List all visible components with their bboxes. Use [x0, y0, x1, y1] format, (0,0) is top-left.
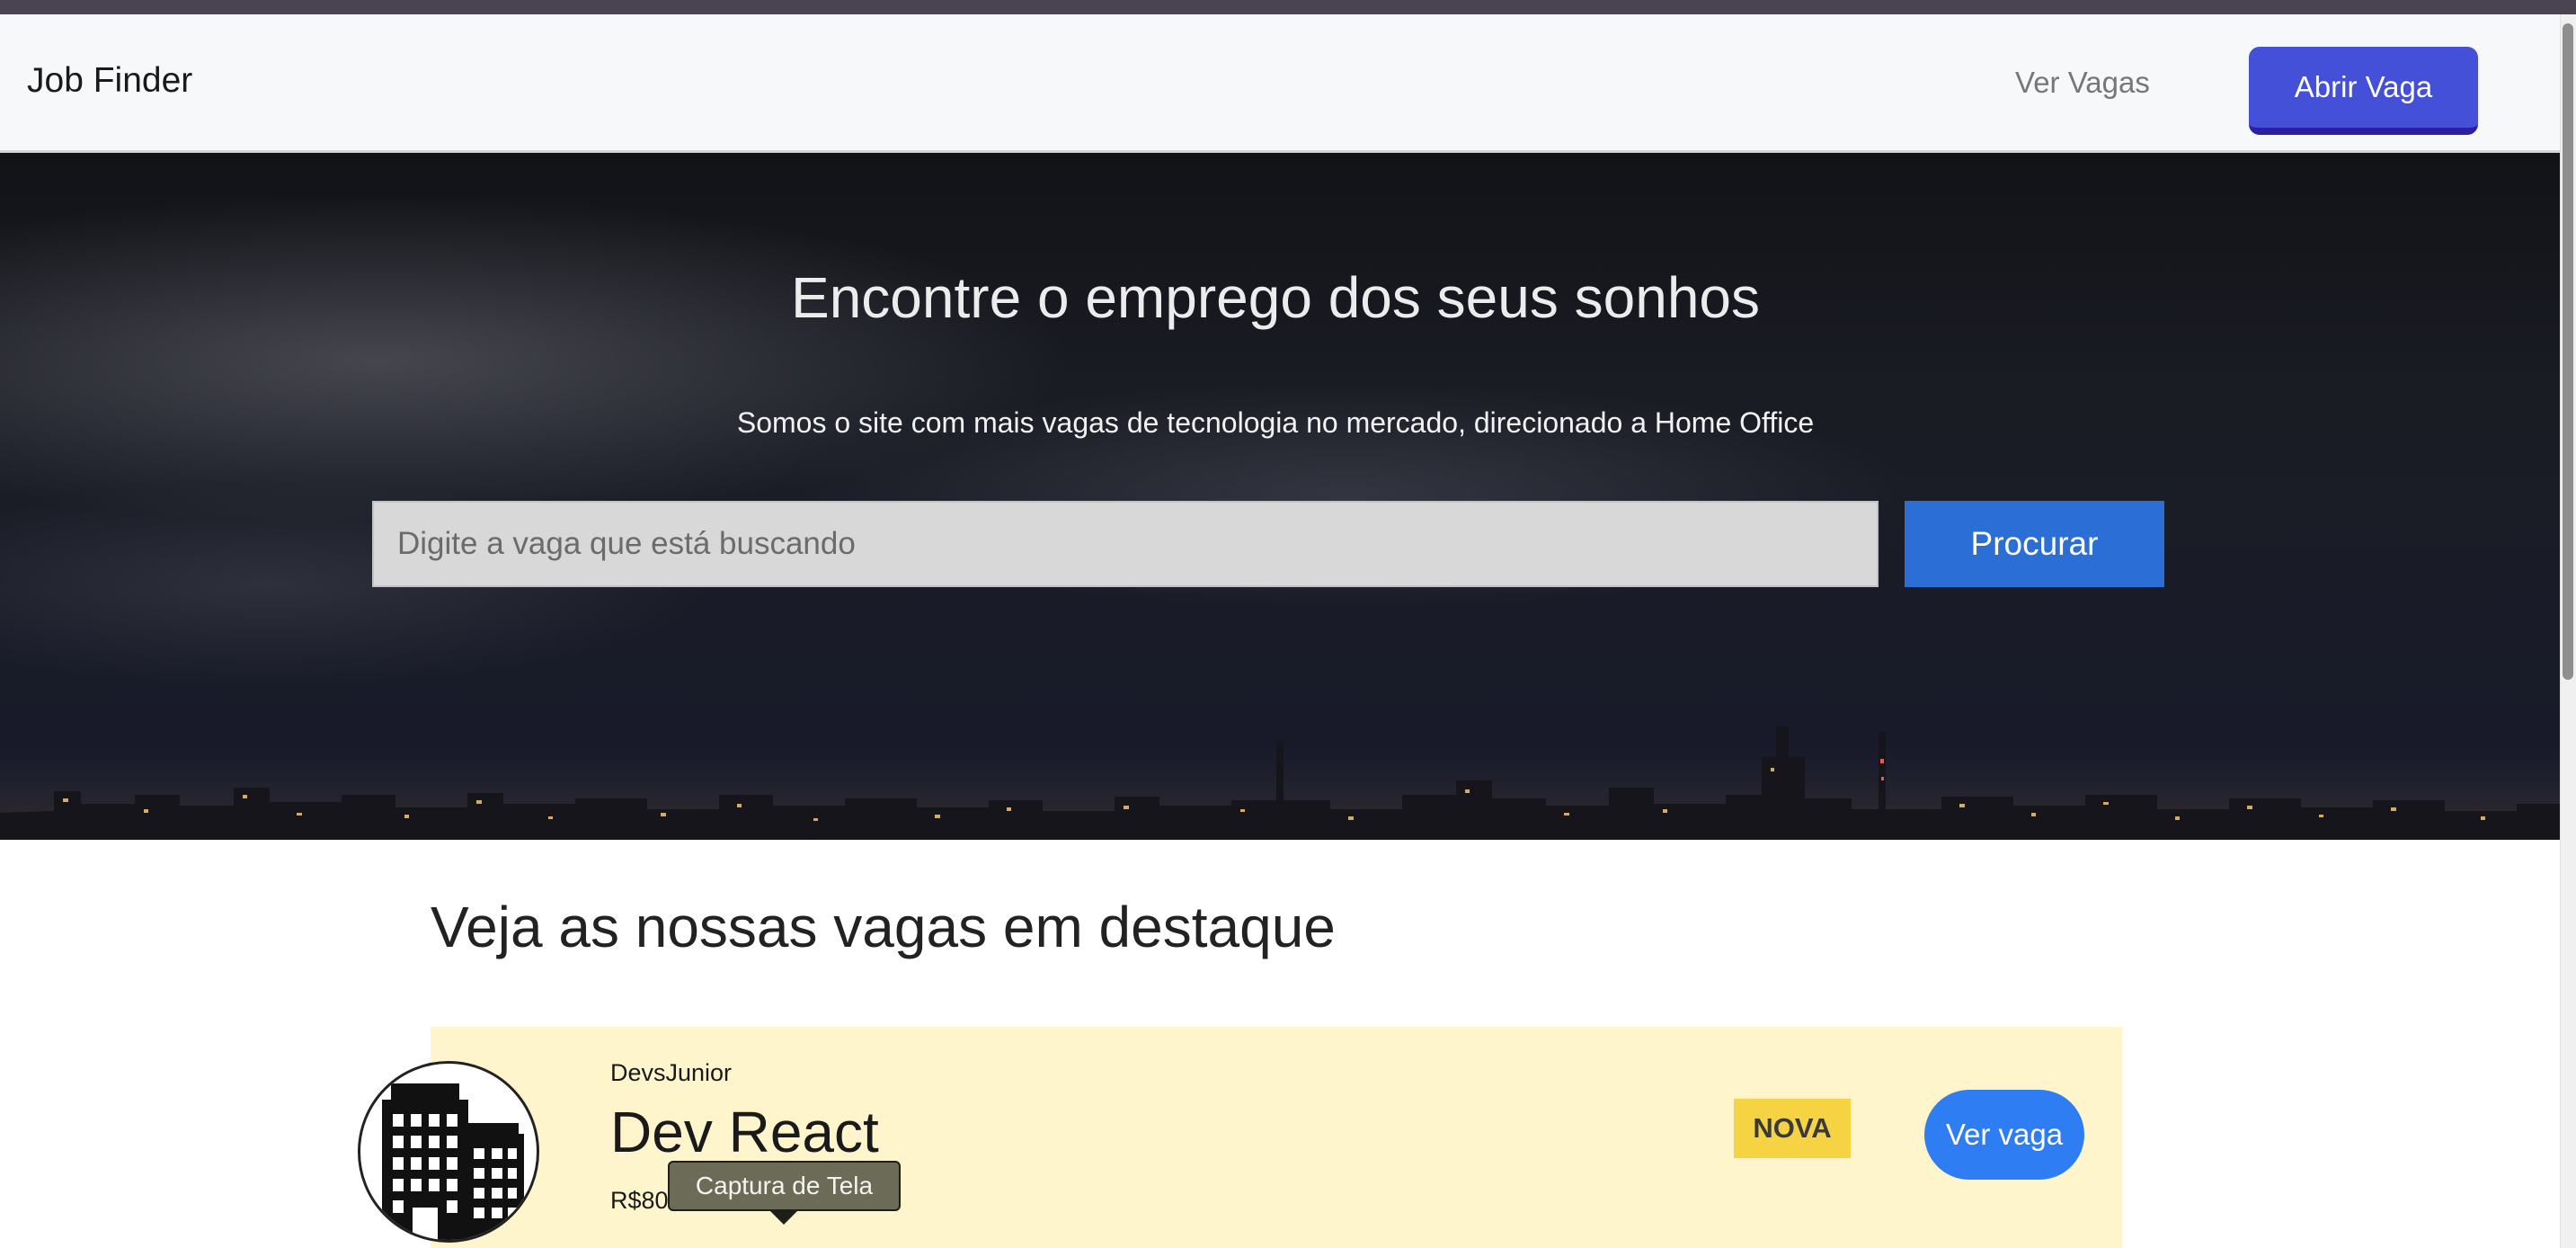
procurar-button[interactable]: Procurar — [1905, 501, 2164, 587]
featured-section-title: Veja as nossas vagas em destaque — [431, 895, 1336, 959]
job-search-input[interactable] — [372, 501, 1879, 587]
job-salary: R$80 — [610, 1187, 669, 1214]
new-badge: NOVA — [1734, 1099, 1851, 1158]
nav-link-ver-vagas[interactable]: Ver Vagas — [2015, 66, 2150, 100]
building-icon — [358, 1061, 539, 1243]
navbar: Job Finder Ver Vagas Abrir Vaga — [0, 14, 2560, 153]
brand-logo[interactable]: Job Finder — [27, 61, 192, 101]
abrir-vaga-button[interactable]: Abrir Vaga — [2249, 47, 2478, 135]
screenshot-tooltip: Captura de Tela — [668, 1161, 901, 1211]
scrollbar-thumb[interactable] — [2563, 23, 2573, 680]
window-top-strip — [0, 0, 2576, 14]
hero-banner: Encontre o emprego dos seus sonhos Somos… — [0, 153, 2560, 840]
job-company: DevsJunior — [610, 1059, 733, 1086]
hero-subtitle: Somos o site com mais vagas de tecnologi… — [736, 406, 1815, 439]
ver-vaga-button[interactable]: Ver vaga — [1924, 1090, 2084, 1180]
job-title: Dev React — [610, 1100, 879, 1164]
hero-title: Encontre o emprego dos seus sonhos — [791, 265, 1760, 330]
city-skyline-image — [0, 727, 2560, 840]
tooltip-arrow — [769, 1210, 798, 1225]
